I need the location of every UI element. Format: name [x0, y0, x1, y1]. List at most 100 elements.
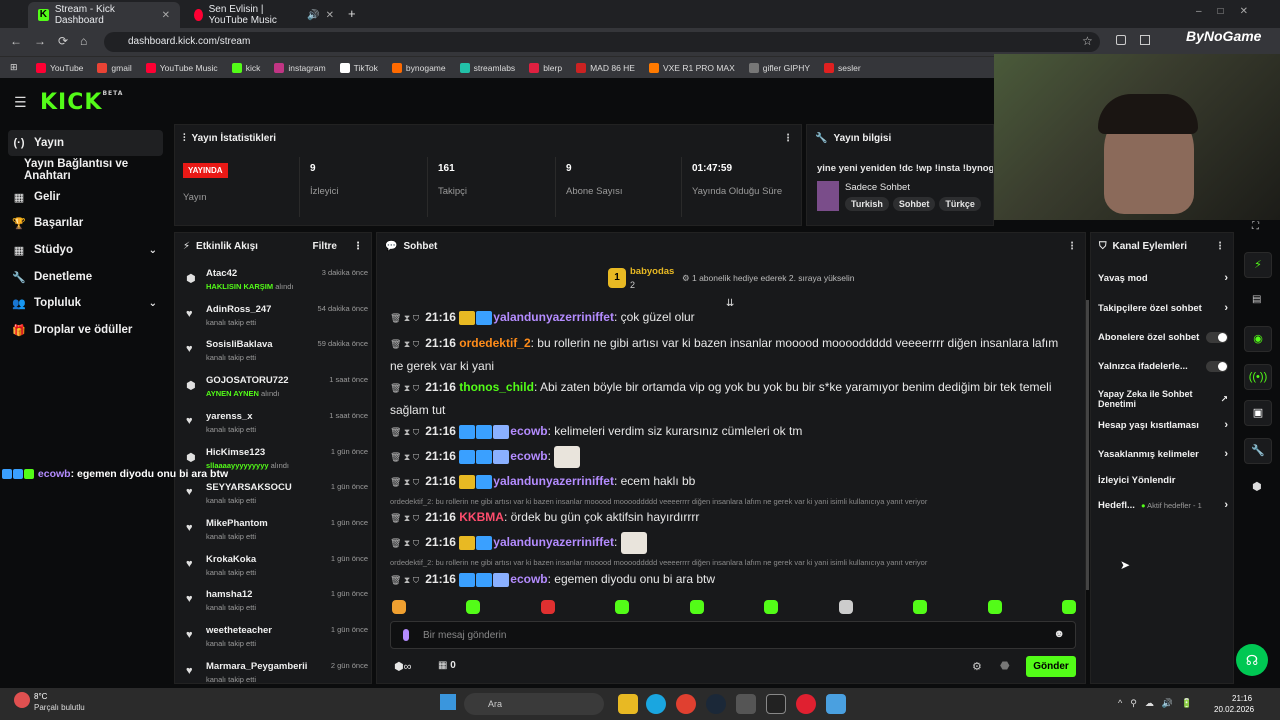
- puzzle-icon[interactable]: [1140, 35, 1150, 45]
- activity-user[interactable]: GOJOSATORU722: [206, 375, 289, 386]
- activity-item[interactable]: ⬢ GOJOSATORU722 AYNEN AYNEN alındı 1 saat ö…: [182, 373, 368, 409]
- channel-action-item[interactable]: Hesap yaşı kısıtlaması ›: [1098, 417, 1228, 433]
- chrome-icon[interactable]: [676, 694, 696, 714]
- reply-context[interactable]: ordedektif_2: bu rollerin ne gibi artısı…: [390, 558, 927, 567]
- quick-chat-icon[interactable]: ◉: [1244, 326, 1272, 352]
- activity-user[interactable]: Marmara_Peygamberii: [206, 661, 307, 672]
- activity-item[interactable]: ♥ hamsha12 kanalı takip etti 1 gün önce: [182, 587, 368, 623]
- chat-message[interactable]: 🗑 ⧗ ⛉ 21:16 ordedektif_2: bu rollerin ne …: [390, 332, 1070, 377]
- url-input[interactable]: dashboard.kick.com/stream: [104, 32, 1100, 52]
- chat-message[interactable]: 🗑 ⧗ ⛉ 21:16 yalandunyazerriniffet: ecem h…: [390, 470, 1070, 493]
- bookmark-item[interactable]: YouTube: [36, 62, 83, 73]
- tab-kick-dashboard[interactable]: K Stream - Kick Dashboard ✕: [28, 2, 180, 28]
- mod-actions-icon[interactable]: 🗑 ⧗ ⛉: [390, 427, 419, 437]
- chat-message[interactable]: 🗑 ⧗ ⛉ 21:16 yalandunyazerriniffet:: [390, 531, 1070, 554]
- activity-item[interactable]: ♥ SosisliBaklava kanalı takip etti 59 dakik…: [182, 337, 368, 373]
- app-red-icon[interactable]: [796, 694, 816, 714]
- sidebar-item-2[interactable]: Yayın Bağlantısı ve Anahtarı: [8, 157, 163, 183]
- windows-start-icon[interactable]: [440, 694, 456, 710]
- emote-icon[interactable]: [764, 600, 779, 614]
- kick-logo[interactable]: KICKBETA: [40, 90, 123, 115]
- mod-actions-icon[interactable]: 🗑 ⧗ ⛉: [390, 313, 419, 323]
- channel-action-item[interactable]: Hedefl... ● Aktif hedefler - 1 ›: [1098, 497, 1228, 513]
- bookmark-item[interactable]: sesler: [824, 62, 861, 73]
- controller-icon[interactable]: ⬣: [1000, 659, 1010, 672]
- emoji-icon[interactable]: ☻: [1053, 628, 1065, 640]
- send-button[interactable]: Gönder: [1026, 656, 1076, 677]
- reply-context[interactable]: ordedektif_2: bu rollerin ne gibi artısı…: [390, 497, 927, 506]
- channel-action-item[interactable]: İzleyici Yönlendir: [1098, 472, 1228, 488]
- activity-user[interactable]: SosisliBaklava: [206, 339, 273, 350]
- mod-actions-icon[interactable]: 🗑 ⧗ ⛉: [390, 477, 419, 487]
- bookmark-item[interactable]: streamlabs: [459, 62, 515, 73]
- support-headset-icon[interactable]: ☊: [1236, 644, 1268, 676]
- message-user[interactable]: ecowb: [510, 449, 547, 463]
- channel-action-item[interactable]: Takipçilere özel sohbet ›: [1098, 300, 1228, 316]
- apps-grid-icon[interactable]: ⊞: [10, 62, 18, 73]
- channel-action-item[interactable]: Yalnızca ifadelerle...: [1098, 358, 1228, 374]
- settings-gear-icon[interactable]: ⚙: [972, 660, 982, 673]
- file-explorer-icon[interactable]: [618, 694, 638, 714]
- mod-actions-icon[interactable]: 🗑 ⧗ ⛉: [390, 383, 419, 393]
- emote-icon[interactable]: [1061, 600, 1076, 614]
- mod-actions-icon[interactable]: 🗑 ⧗ ⛉: [390, 575, 419, 585]
- chevron-down-icon[interactable]: ⌄: [149, 298, 157, 309]
- message-user[interactable]: ordedektif_2: [459, 336, 530, 350]
- mod-actions-icon[interactable]: 🗑 ⧗ ⛉: [390, 538, 419, 548]
- activity-item[interactable]: ⬢ Atac42 HAKLISIN KARŞIM alındı 3 dakika ön…: [182, 266, 368, 302]
- message-user[interactable]: ecowb: [510, 572, 547, 586]
- mod-actions-icon[interactable]: 🗑 ⧗ ⛉: [390, 339, 419, 349]
- activity-user[interactable]: KrokaKoka: [206, 554, 256, 565]
- chevron-down-icon[interactable]: ⌄: [149, 245, 157, 256]
- nav-buttons[interactable]: ←→⟳⌂: [10, 34, 99, 48]
- bookmark-item[interactable]: gifler GIPHY: [748, 62, 810, 73]
- chat-message[interactable]: 🗑 ⧗ ⛉ 21:16 thonos_child: Abi zaten böyle…: [390, 376, 1070, 421]
- tab-youtube-music[interactable]: Sen Evlisin | YouTube Music 🔊 ✕: [184, 2, 344, 28]
- emote-icon[interactable]: [838, 600, 853, 614]
- quick-reward-icon[interactable]: ⬢: [1252, 480, 1262, 493]
- points-icon[interactable]: ⬢∞: [394, 660, 411, 673]
- new-tab-icon[interactable]: +: [348, 6, 356, 21]
- menu-icon[interactable]: ☰: [14, 94, 27, 111]
- message-user[interactable]: ecowb: [510, 424, 547, 438]
- sidebar-item-8[interactable]: 🎁 Droplar ve ödüller: [8, 317, 163, 343]
- message-user[interactable]: yalandunyazerriniffet: [493, 474, 614, 488]
- bookmark-item[interactable]: bynogame: [391, 62, 446, 73]
- more-icon[interactable]: ⋮: [1215, 241, 1225, 252]
- toggle-switch[interactable]: [1206, 331, 1228, 343]
- activity-user[interactable]: HicKimse123: [206, 447, 265, 458]
- bookmark-item[interactable]: instagram: [274, 62, 326, 73]
- document-icon[interactable]: ▤: [1252, 294, 1261, 305]
- epic-games-icon[interactable]: [766, 694, 786, 714]
- mod-actions-icon[interactable]: 🗑 ⧗ ⛉: [390, 513, 419, 523]
- weather-temp[interactable]: 8°C: [34, 692, 47, 701]
- stream-title[interactable]: yine yeni yeniden !dc !wp !insta !bynog: [817, 163, 993, 174]
- gift-user[interactable]: babyodas: [630, 266, 674, 277]
- bookmark-item[interactable]: blerp: [529, 62, 562, 73]
- more-icon[interactable]: ⋮: [1067, 241, 1077, 252]
- chat-message[interactable]: 🗑 ⧗ ⛉ 21:16 yalandunyazerriniffet: çok gü…: [390, 306, 1070, 329]
- activity-item[interactable]: ♥ yarenss_x kanalı takip etti 1 saat önce: [182, 409, 368, 445]
- emote-icon[interactable]: [540, 600, 555, 614]
- emote-icon[interactable]: [615, 600, 630, 614]
- sidebar-item-4[interactable]: 🏆 Başarılar: [8, 210, 163, 236]
- mod-actions-icon[interactable]: 🗑 ⧗ ⛉: [390, 452, 419, 462]
- tag-chip[interactable]: Türkçe: [939, 197, 981, 211]
- steam-icon[interactable]: [706, 694, 726, 714]
- expand-icon[interactable]: ⛶: [1252, 221, 1259, 232]
- activity-user[interactable]: Atac42: [206, 268, 237, 279]
- channel-action-item[interactable]: Yavaş mod ›: [1098, 270, 1228, 286]
- emote-icon[interactable]: [689, 600, 704, 614]
- channel-action-item[interactable]: Abonelere özel sohbet: [1098, 329, 1228, 345]
- message-user[interactable]: yalandunyazerriniffet: [493, 535, 614, 549]
- filter-button[interactable]: Filtre: [313, 241, 337, 252]
- bookmark-item[interactable]: MAD 86 HE: [576, 62, 635, 73]
- activity-item[interactable]: ♥ MikePhantom kanalı takip etti 1 gün önce: [182, 516, 368, 552]
- chat-input-box[interactable]: Bir mesaj gönderin ☻: [390, 621, 1076, 649]
- activity-user[interactable]: AdinRoss_247: [206, 304, 271, 315]
- emote-icon[interactable]: [392, 600, 406, 614]
- chat-scrollbar[interactable]: [1086, 300, 1089, 590]
- activity-item[interactable]: ♥ SEYYARSAKSOCU kanalı takip etti 1 gün önc…: [182, 480, 368, 516]
- extension-icon[interactable]: [1116, 35, 1126, 45]
- channel-action-item[interactable]: Yasaklanmış kelimeler ›: [1098, 446, 1228, 462]
